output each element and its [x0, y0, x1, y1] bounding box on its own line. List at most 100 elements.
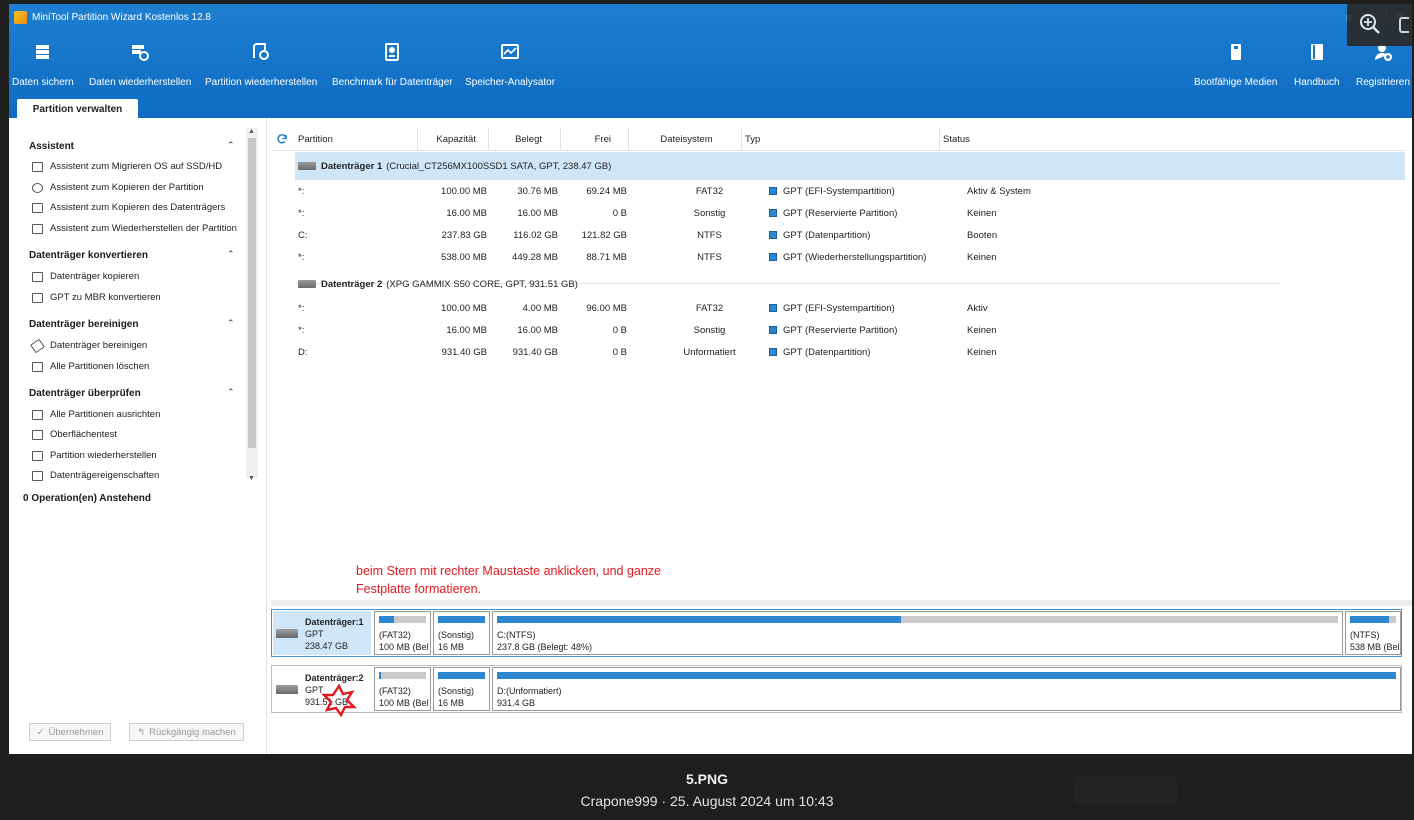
column-header-capacity[interactable]: Kapazität [418, 128, 489, 151]
column-header-status[interactable]: Status [940, 128, 1405, 151]
section-title-convert-disk[interactable]: Datenträger konvertieren [29, 250, 148, 261]
status-cell: Aktiv [967, 303, 988, 314]
section-title-assistant[interactable]: Assistent [29, 141, 74, 152]
toolbar-space-analyzer-button[interactable]: Speicher-Analysator [465, 42, 555, 88]
partition-row[interactable]: *: 100.00 MB 30.76 MB 69.24 MB FAT32 GPT (EFI… [295, 181, 1405, 203]
partition-type-icon [769, 187, 777, 195]
chevron-up-icon[interactable]: ⌃ [227, 318, 235, 329]
diskmap-partition-size: 16 MB [438, 698, 465, 708]
undo-label: Rückgängig machen [149, 726, 236, 738]
diskmap-partition-fs: (FAT32) [379, 630, 411, 640]
partition-row[interactable]: D: 931.40 GB 931.40 GB 0 B Unformatiert GPT (… [295, 342, 1405, 364]
toolbar-partition-recovery-button[interactable]: Partition wiederherstellen [205, 42, 317, 88]
usage-bar [497, 616, 1338, 623]
sidebar-item-copy-partition-wizard[interactable]: Assistent zum Kopieren der Partition [32, 182, 204, 193]
sidebar-item-label: Alle Partitionen ausrichten [50, 409, 161, 420]
usage-fill [438, 672, 485, 679]
sidebar-item-recover-partition-wizard[interactable]: Assistent zum Wiederherstellen der Parti… [32, 223, 237, 234]
free-cell: 0 B [612, 347, 627, 358]
partition-row[interactable]: C: 237.83 GB 116.02 GB 121.82 GB NTFS GPT (Da… [295, 225, 1405, 247]
type-cell: GPT (EFI-Systempartition) [783, 186, 895, 197]
column-header-partition[interactable]: Partition [295, 128, 418, 151]
sidebar: ▲ ▼ Assistent ⌃ Assistent zum Migrieren … [9, 118, 267, 754]
partition-row[interactable]: *: 100.00 MB 4.00 MB 96.00 MB FAT32 GPT (EFI-… [295, 298, 1405, 320]
tab-partition-manage[interactable]: Partition verwalten [17, 99, 138, 119]
apply-button[interactable]: ✓ Übernehmen [29, 723, 111, 741]
diskmap-disk-name: Datenträger:1 [305, 617, 364, 627]
window-title: MiniTool Partition Wizard Kostenlos 12.8 [32, 11, 211, 23]
chevron-up-icon[interactable]: ⌃ [227, 140, 235, 151]
toolbar-data-recovery-button[interactable]: Daten wiederherstellen [89, 42, 191, 88]
section-title-clean-disk[interactable]: Datenträger bereinigen [29, 319, 138, 330]
toolbar-manual-button[interactable]: Handbuch [1294, 42, 1340, 88]
toolbar-bootable-media-button[interactable]: Bootfähige Medien [1194, 42, 1277, 88]
caption-title: 5.PNG [685, 771, 728, 787]
column-header-used[interactable]: Belegt [489, 128, 561, 151]
column-header-type[interactable]: Typ [742, 128, 940, 151]
type-cell: GPT (Reservierte Partition) [783, 208, 898, 219]
sidebar-item-disk-properties[interactable]: Datenträgereigenschaften [32, 470, 159, 481]
type-cell: GPT (Datenpartition) [783, 230, 871, 241]
toolbar-register-button[interactable]: Registrieren [1356, 42, 1410, 88]
sidebar-item-align-partitions[interactable]: Alle Partitionen ausrichten [32, 409, 160, 420]
table-header: Partition Kapazität Belegt Frei Dateisys… [271, 128, 1405, 151]
filesystem-cell: Sonstig [693, 208, 726, 219]
free-cell: 88.71 MB [586, 252, 627, 263]
diskmap-partition-size: 100 MB (Bel [379, 698, 429, 708]
usage-fill [497, 616, 901, 623]
toolbar-backup-button[interactable]: Daten sichern [12, 42, 74, 88]
toolbar-benchmark-button[interactable]: Benchmark für Datenträger [332, 42, 453, 88]
chevron-up-icon[interactable]: ⌃ [227, 249, 235, 260]
sidebar-item-label: Assistent zum Migrieren OS auf SSD/HD [50, 161, 223, 172]
sidebar-scrollbar[interactable]: ▲ ▼ [246, 128, 258, 482]
sidebar-item-surface-test[interactable]: Oberflächentest [32, 429, 117, 440]
diskmap-partition[interactable]: (Sonstig) 16 MB [433, 611, 490, 655]
usage-bar [497, 672, 1396, 679]
diskmap-partition[interactable]: (Sonstig) 16 MB [433, 667, 490, 711]
sidebar-item-wipe-disk[interactable]: Datenträger bereinigen [30, 338, 147, 353]
diskmap-partition[interactable]: (FAT32) 100 MB (Bel [374, 611, 431, 655]
partition-row[interactable]: *: 538.00 MB 449.28 MB 88.71 MB NTFS GPT (Wie… [295, 247, 1405, 269]
usage-bar [438, 672, 485, 679]
scrollbar-thumb[interactable] [248, 138, 256, 448]
used-cell: 116.02 GB [513, 230, 558, 241]
check-icon: ✓ [36, 726, 45, 738]
sidebar-item-label: GPT zu MBR konvertieren [50, 292, 161, 303]
free-cell: 121.82 GB [581, 230, 627, 241]
partition-row[interactable]: *: 16.00 MB 16.00 MB 0 B Sonstig GPT (Reservi… [295, 203, 1405, 225]
diskmap-partition-fs: C:(NTFS) [497, 630, 536, 640]
diskmap-partition[interactable]: (NTFS) 538 MB (Bel [1345, 611, 1401, 655]
sidebar-item-delete-all-partitions[interactable]: Alle Partitionen löschen [32, 361, 149, 372]
sidebar-item-copy-disk-wizard[interactable]: Assistent zum Kopieren des Datenträgers [32, 202, 225, 213]
partition-type-icon [769, 348, 777, 356]
sidebar-item-copy-disk[interactable]: Datenträger kopieren [32, 271, 139, 282]
section-title-check-disk[interactable]: Datenträger überprüfen [29, 388, 141, 399]
toolbar-label: Benchmark für Datenträger [332, 77, 453, 88]
zoom-in-icon[interactable] [1359, 13, 1381, 35]
partition-cell: *: [298, 303, 305, 314]
disk-row-2[interactable]: Datenträger 2 (XPG GAMMIX S50 CORE, GPT,… [295, 270, 1405, 298]
partition-row[interactable]: *: 16.00 MB 16.00 MB 0 B Sonstig GPT (Reservi… [295, 320, 1405, 342]
status-cell: Keinen [967, 252, 997, 263]
diskmap-disk-2[interactable]: Datenträger:2 GPT 931.51 GB (FAT32) 100 M… [271, 665, 1402, 713]
sidebar-item-partition-recovery[interactable]: Partition wiederherstellen [32, 450, 157, 461]
diskmap-partition[interactable]: D:(Unformatiert) 931.4 GB [492, 667, 1401, 711]
disk-row-1[interactable]: Datenträger 1 (Crucial_CT256MX100SSD1 SA… [295, 152, 1405, 180]
sidebar-item-gpt-to-mbr[interactable]: GPT zu MBR konvertieren [32, 292, 161, 303]
scroll-up-icon[interactable]: ▲ [248, 128, 255, 135]
filesystem-cell: NTFS [697, 252, 722, 263]
scroll-down-icon[interactable]: ▼ [248, 475, 255, 482]
diskmap-partition[interactable]: (FAT32) 100 MB (Bel [374, 667, 431, 711]
toolbar-label: Registrieren [1356, 77, 1410, 88]
undo-button[interactable]: ↰ Rückgängig machen [129, 723, 244, 741]
column-header-filesystem[interactable]: Dateisystem [629, 128, 742, 151]
diskmap-disk-size: 238.47 GB [305, 641, 349, 651]
chevron-up-icon[interactable]: ⌃ [227, 387, 235, 398]
diskmap-disk-1[interactable]: Datenträger:1 GPT 238.47 GB (FAT32) 100 M… [271, 609, 1402, 657]
diskmap-partition[interactable]: C:(NTFS) 237.8 GB (Belegt: 48%) [492, 611, 1343, 655]
diskmap-partition-size: 100 MB (Bel [379, 642, 429, 652]
sidebar-item-migrate-os[interactable]: Assistent zum Migrieren OS auf SSD/HD [32, 161, 222, 172]
column-header-free[interactable]: Frei [561, 128, 629, 151]
refresh-icon[interactable] [276, 133, 288, 145]
expand-icon[interactable] [1399, 17, 1409, 33]
